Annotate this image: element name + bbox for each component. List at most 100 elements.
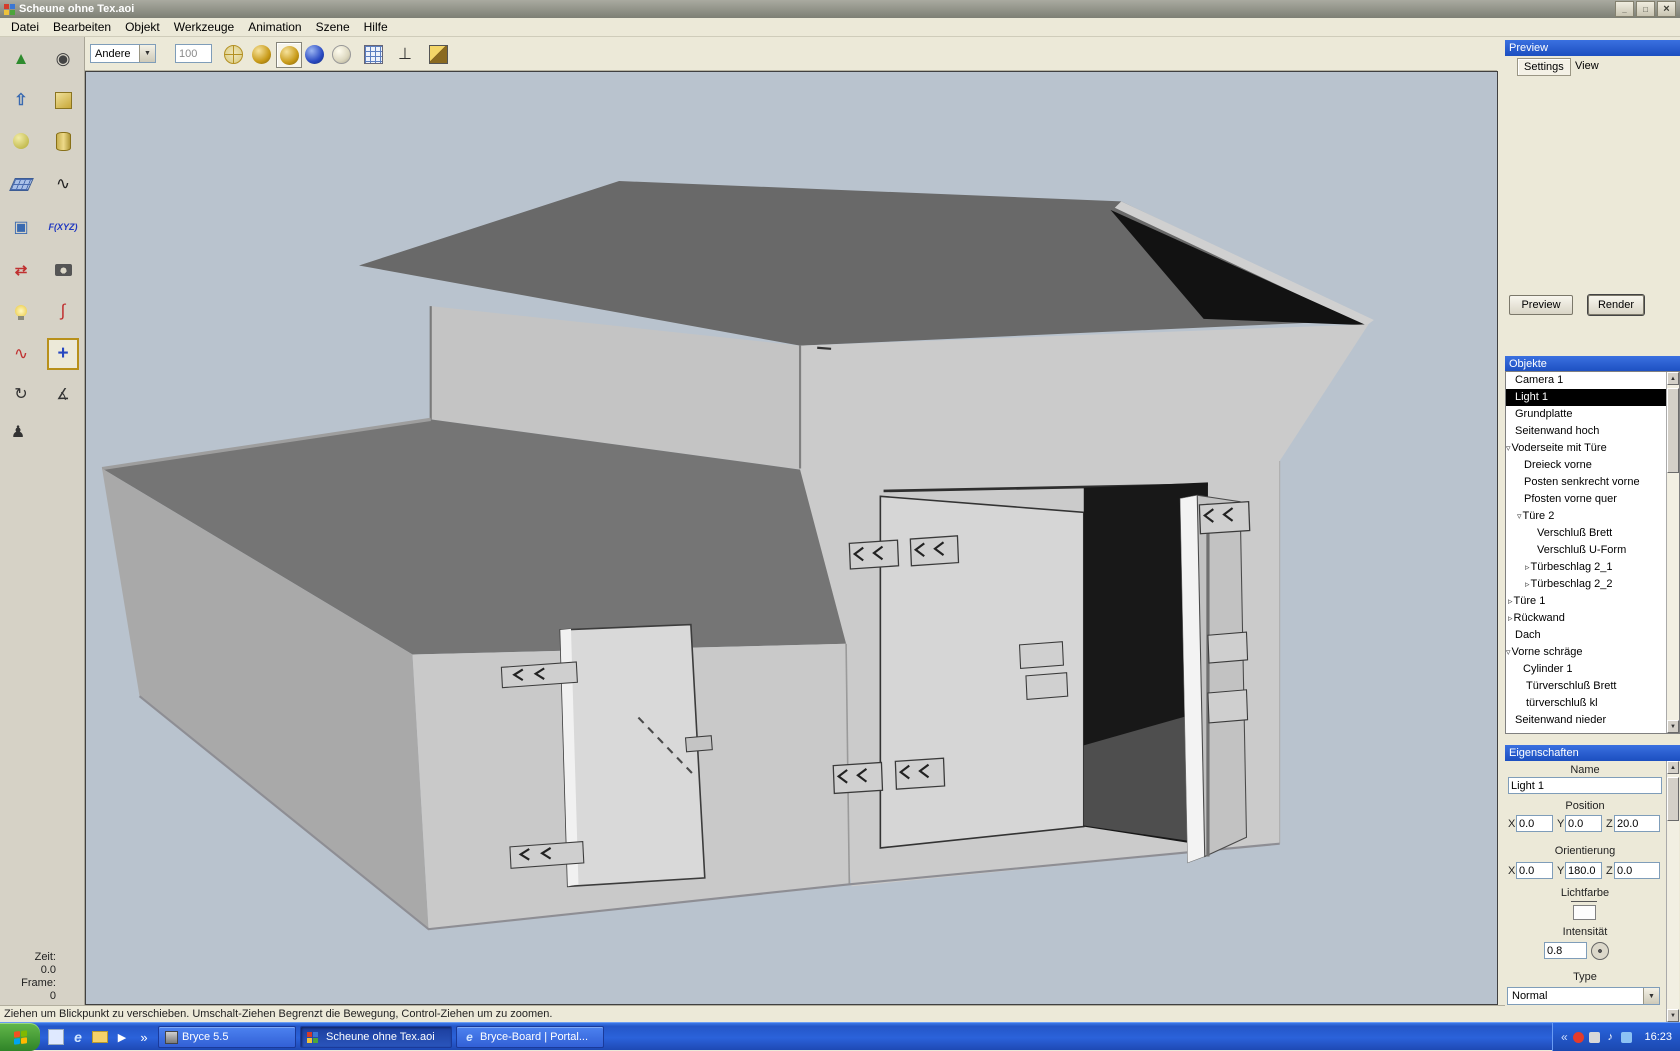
minimize-button[interactable] xyxy=(1615,1,1634,17)
tree-toggle-icon[interactable]: ▹ xyxy=(1508,593,1513,610)
edit-curve-tool[interactable] xyxy=(5,338,37,370)
grid-toggle-button[interactable] xyxy=(361,42,385,66)
scrollbar-thumb[interactable] xyxy=(1667,388,1679,473)
tree-toggle-icon[interactable]: ▹ xyxy=(1525,576,1530,593)
create-mesh-tool[interactable] xyxy=(5,211,37,243)
internet-explorer-icon[interactable] xyxy=(70,1029,86,1045)
tree-toggle-icon[interactable]: ▿ xyxy=(1517,508,1522,525)
barn-right-door[interactable] xyxy=(1196,494,1248,858)
volume-icon[interactable] xyxy=(1605,1032,1616,1043)
object-list-item[interactable]: Cylinder 1 xyxy=(1506,661,1679,678)
function-tool[interactable]: F(XYZ) xyxy=(47,211,79,243)
object-list-item[interactable]: ▹ Türbeschlag 2_2 xyxy=(1506,576,1679,593)
scroll-up-icon[interactable] xyxy=(1667,372,1679,385)
create-plane-tool[interactable] xyxy=(5,168,37,200)
pos-z-field[interactable] xyxy=(1614,815,1660,832)
scroll-down-icon[interactable] xyxy=(1667,720,1679,733)
close-button[interactable] xyxy=(1657,1,1676,17)
menu-objekt[interactable]: Objekt xyxy=(118,18,167,36)
menu-hilfe[interactable]: Hilfe xyxy=(357,18,395,36)
object-list-item[interactable]: Posten senkrecht vorne xyxy=(1506,474,1679,491)
extrude-tool[interactable] xyxy=(5,84,37,116)
tray-app-icon[interactable] xyxy=(1588,1031,1600,1043)
render-button[interactable]: Render xyxy=(1588,295,1644,315)
menu-bearbeiten[interactable]: Bearbeiten xyxy=(46,18,118,36)
ori-y-field[interactable] xyxy=(1565,862,1602,879)
pose-tool[interactable] xyxy=(2,416,34,448)
door-latch-plate[interactable] xyxy=(1018,641,1064,669)
object-list-item[interactable]: Seitenwand nieder xyxy=(1506,712,1679,729)
spline-tool[interactable] xyxy=(47,295,79,327)
chevron-down-icon[interactable] xyxy=(1643,988,1659,1004)
taskbar-item-bryce-board[interactable]: Bryce-Board | Portal... xyxy=(456,1026,604,1048)
light-color-swatch[interactable] xyxy=(1573,905,1596,920)
flat-mode-button[interactable] xyxy=(329,42,353,66)
object-list-item[interactable]: Dreieck vorne xyxy=(1506,457,1679,474)
door-hinge-plate[interactable] xyxy=(1207,631,1249,664)
media-player-icon[interactable] xyxy=(114,1029,130,1045)
object-list-item[interactable]: Türverschluß Brett xyxy=(1506,678,1679,695)
ellipse-tool[interactable] xyxy=(47,43,79,75)
show-desktop-icon[interactable] xyxy=(48,1029,64,1045)
create-light-tool[interactable] xyxy=(5,295,37,327)
tree-toggle-icon[interactable]: ▹ xyxy=(1525,559,1530,576)
door-latch-plate[interactable] xyxy=(1025,672,1069,700)
create-cube-tool[interactable] xyxy=(47,84,79,116)
tray-alert-icon[interactable] xyxy=(1572,1031,1584,1043)
object-list-scrollbar[interactable] xyxy=(1666,372,1679,733)
menu-szene[interactable]: Szene xyxy=(309,18,357,36)
tree-toggle-icon[interactable]: ▿ xyxy=(1506,440,1511,457)
chevron-down-icon[interactable] xyxy=(139,45,155,62)
object-list-item[interactable]: Verschluß Brett xyxy=(1506,525,1679,542)
move-tool-selected[interactable] xyxy=(47,338,79,370)
menu-werkzeuge[interactable]: Werkzeuge xyxy=(167,18,241,36)
ori-z-field[interactable] xyxy=(1614,862,1660,879)
tree-toggle-icon[interactable]: ▿ xyxy=(1506,644,1511,661)
taskbar-item-scheune-active[interactable]: Scheune ohne Tex.aoi xyxy=(300,1026,452,1048)
type-dropdown[interactable]: Normal xyxy=(1507,987,1660,1005)
tab-view[interactable]: View xyxy=(1569,58,1605,74)
shaded-mode-button[interactable] xyxy=(249,42,273,66)
network-icon[interactable] xyxy=(1620,1031,1632,1043)
pos-y-field[interactable] xyxy=(1565,815,1602,832)
tree-toggle-icon[interactable]: ▹ xyxy=(1508,610,1513,627)
maximize-button[interactable] xyxy=(1636,1,1655,17)
tab-settings[interactable]: Settings xyxy=(1517,58,1571,76)
create-arrow-tool[interactable] xyxy=(5,43,37,75)
ori-x-field[interactable] xyxy=(1516,862,1553,879)
measure-tool[interactable] xyxy=(47,378,79,410)
preview-button[interactable]: Preview xyxy=(1509,295,1573,315)
scrollbar-thumb[interactable] xyxy=(1667,777,1679,821)
zoom-field[interactable] xyxy=(175,44,212,63)
scroll-down-icon[interactable] xyxy=(1667,1009,1679,1022)
object-list-item[interactable]: Pfosten vorne quer xyxy=(1506,491,1679,508)
textured-mode-button-selected[interactable] xyxy=(276,42,302,68)
object-list-item[interactable]: Seitenwand hoch xyxy=(1506,423,1679,440)
barn-3d-view[interactable] xyxy=(86,72,1497,1004)
properties-scrollbar[interactable] xyxy=(1666,761,1679,1022)
folder-icon[interactable] xyxy=(92,1031,108,1043)
create-sphere-tool[interactable] xyxy=(5,125,37,157)
smooth-mode-button[interactable] xyxy=(302,42,326,66)
object-list-item[interactable]: ▹ Türe 1 xyxy=(1506,593,1679,610)
object-list-item[interactable]: Camera 1 xyxy=(1506,372,1679,389)
wireframe-mode-button[interactable] xyxy=(221,42,245,66)
view-mode-dropdown[interactable]: Andere xyxy=(90,44,156,63)
object-list-item[interactable]: ▿ Vorne schräge xyxy=(1506,644,1679,661)
create-camera-tool[interactable] xyxy=(47,254,79,286)
object-list-item[interactable]: Grundplatte xyxy=(1506,406,1679,423)
start-button[interactable] xyxy=(0,1023,40,1051)
object-list-item[interactable]: ▹ Türbeschlag 2_1 xyxy=(1506,559,1679,576)
object-list-item[interactable]: ▿ Türe 2 xyxy=(1506,508,1679,525)
intensity-field[interactable] xyxy=(1544,942,1587,959)
taskbar-item-bryce[interactable]: Bryce 5.5 xyxy=(158,1026,296,1048)
create-cylinder-tool[interactable] xyxy=(47,125,79,157)
intensity-dial-icon[interactable] xyxy=(1591,942,1609,960)
object-list-item[interactable]: Verschluß U-Form xyxy=(1506,542,1679,559)
swap-tool[interactable] xyxy=(5,254,37,286)
rotate-tool[interactable] xyxy=(5,378,37,410)
menu-animation[interactable]: Animation xyxy=(241,18,308,36)
menu-datei[interactable]: Datei xyxy=(4,18,46,36)
render-preview-button[interactable] xyxy=(426,42,450,66)
object-list-item[interactable]: ▹ Rückwand xyxy=(1506,610,1679,627)
